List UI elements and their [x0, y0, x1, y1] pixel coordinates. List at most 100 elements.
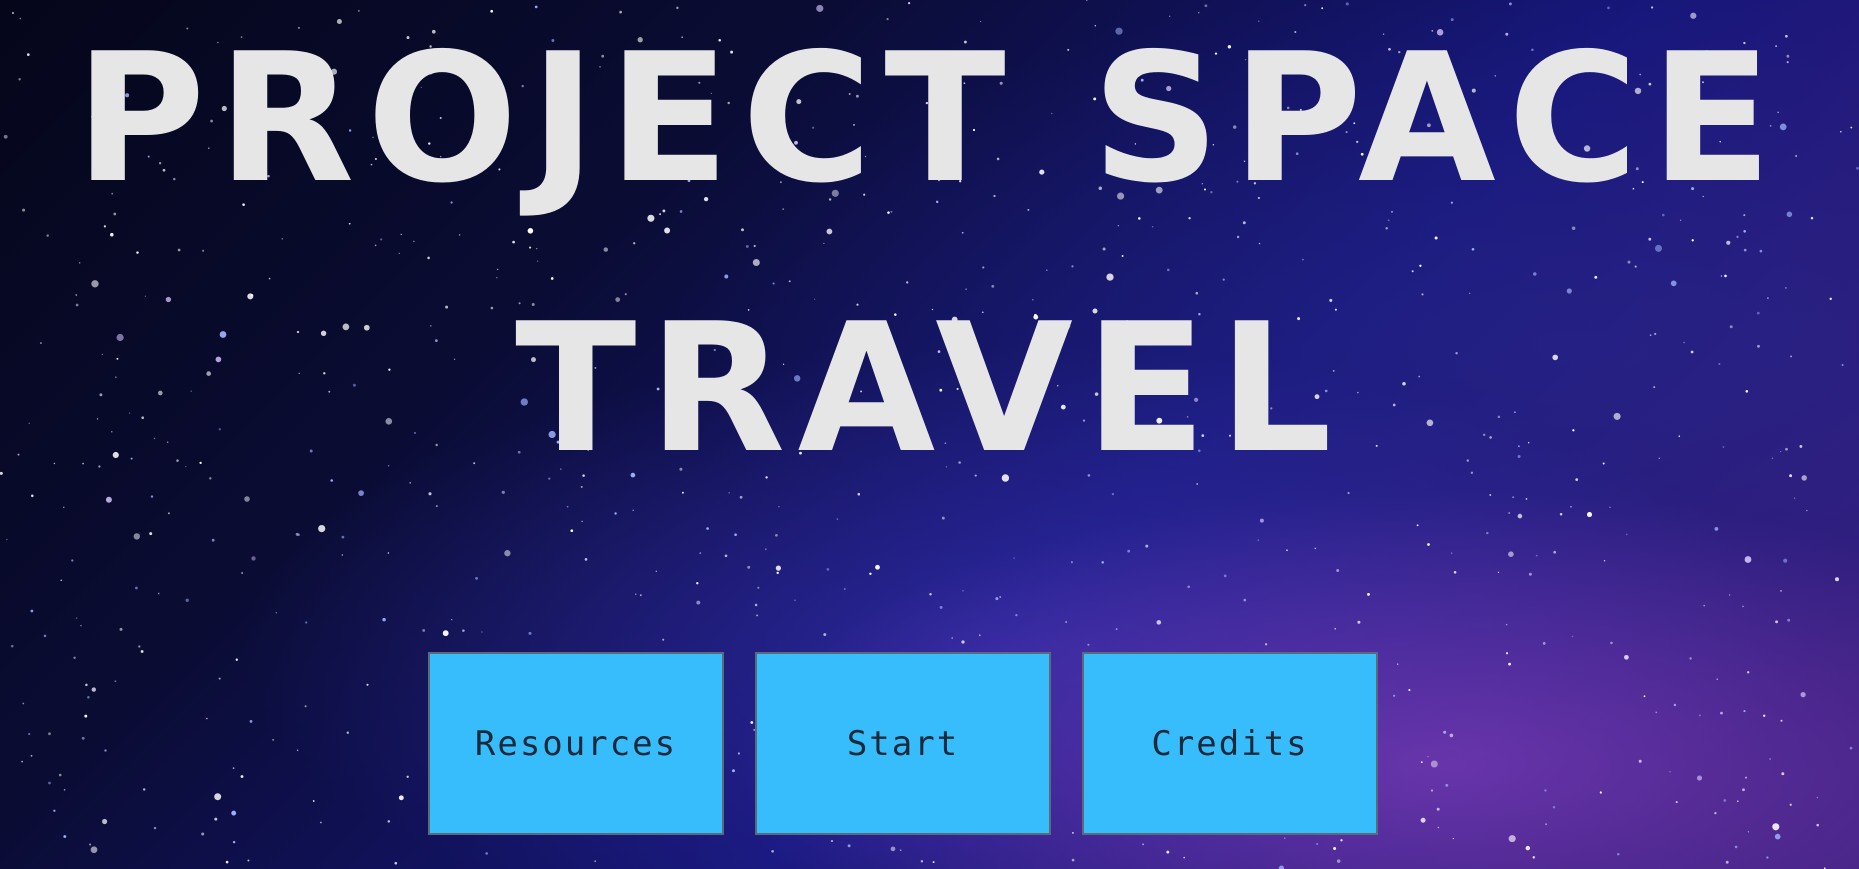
- star: [581, 520, 583, 523]
- star: [1747, 831, 1750, 833]
- star: [422, 628, 426, 632]
- star: [535, 247, 538, 250]
- star: [1599, 791, 1602, 794]
- star: [177, 248, 181, 252]
- star: [150, 495, 154, 498]
- star: [1508, 662, 1511, 666]
- star: [1716, 678, 1718, 680]
- star: [939, 605, 943, 609]
- star: [745, 244, 749, 248]
- star: [741, 228, 744, 232]
- star: [202, 249, 205, 252]
- star: [1111, 492, 1115, 496]
- star: [1669, 771, 1671, 773]
- star: [823, 633, 827, 637]
- star: [1745, 776, 1747, 779]
- star: [1625, 533, 1628, 536]
- star: [1427, 756, 1429, 758]
- star: [1397, 663, 1399, 665]
- star: [1655, 711, 1658, 714]
- star: [481, 631, 483, 633]
- star: [10, 644, 14, 648]
- star: [847, 844, 851, 848]
- star: [1810, 216, 1814, 220]
- star: [318, 525, 326, 533]
- star: [1723, 799, 1727, 802]
- star: [1535, 554, 1538, 557]
- star: [1617, 852, 1620, 856]
- star: [696, 600, 701, 605]
- star: [46, 234, 49, 237]
- star: [103, 225, 106, 228]
- star: [900, 849, 902, 851]
- star: [380, 238, 383, 241]
- star: [138, 645, 141, 648]
- star: [1743, 230, 1746, 233]
- star: [1471, 247, 1475, 251]
- star: [639, 594, 642, 597]
- star: [1780, 719, 1783, 722]
- star: [1284, 837, 1286, 839]
- star: [633, 242, 636, 245]
- star: [584, 558, 588, 561]
- star: [1781, 772, 1785, 776]
- star: [1703, 604, 1706, 607]
- start-button[interactable]: Start: [755, 652, 1051, 835]
- star: [1508, 512, 1511, 514]
- star: [999, 596, 1002, 598]
- star: [771, 849, 774, 853]
- star: [1737, 800, 1739, 802]
- star: [413, 240, 415, 243]
- star: [1430, 789, 1434, 792]
- star: [63, 835, 67, 838]
- star: [1087, 643, 1090, 646]
- star: [501, 490, 505, 494]
- star: [1013, 557, 1015, 559]
- star: [144, 295, 147, 297]
- star: [1278, 865, 1285, 869]
- star: [1421, 293, 1424, 296]
- star: [1286, 549, 1288, 552]
- star: [1654, 244, 1663, 252]
- star: [85, 683, 88, 687]
- star: [102, 818, 108, 825]
- star: [30, 754, 33, 757]
- star: [435, 505, 438, 508]
- star: [764, 548, 767, 551]
- star: [1533, 272, 1537, 276]
- star: [1698, 714, 1701, 717]
- star: [655, 570, 658, 572]
- star: [1071, 858, 1075, 862]
- star: [536, 260, 539, 262]
- star: [1302, 258, 1304, 261]
- star: [875, 564, 880, 570]
- star: [58, 773, 62, 777]
- star: [1340, 839, 1343, 842]
- star: [1610, 641, 1613, 645]
- star: [756, 614, 759, 617]
- credits-button[interactable]: Credits: [1082, 652, 1378, 835]
- star: [529, 246, 532, 249]
- star: [22, 208, 26, 212]
- star: [1264, 643, 1268, 646]
- star: [428, 492, 432, 496]
- star: [1486, 531, 1489, 535]
- star: [869, 572, 872, 576]
- star: [1321, 7, 1324, 10]
- star: [490, 9, 494, 13]
- star: [398, 252, 400, 255]
- star: [951, 637, 953, 639]
- star: [1183, 856, 1185, 859]
- star: [458, 234, 461, 236]
- star: [84, 714, 88, 718]
- star: [1634, 265, 1637, 268]
- star: [73, 656, 76, 659]
- star: [185, 598, 189, 602]
- star: [105, 496, 112, 503]
- star: [1142, 843, 1145, 846]
- star: [1258, 242, 1261, 245]
- star: [1416, 524, 1419, 527]
- resources-button[interactable]: Resources: [428, 652, 724, 835]
- star: [1528, 572, 1532, 576]
- star: [249, 720, 253, 723]
